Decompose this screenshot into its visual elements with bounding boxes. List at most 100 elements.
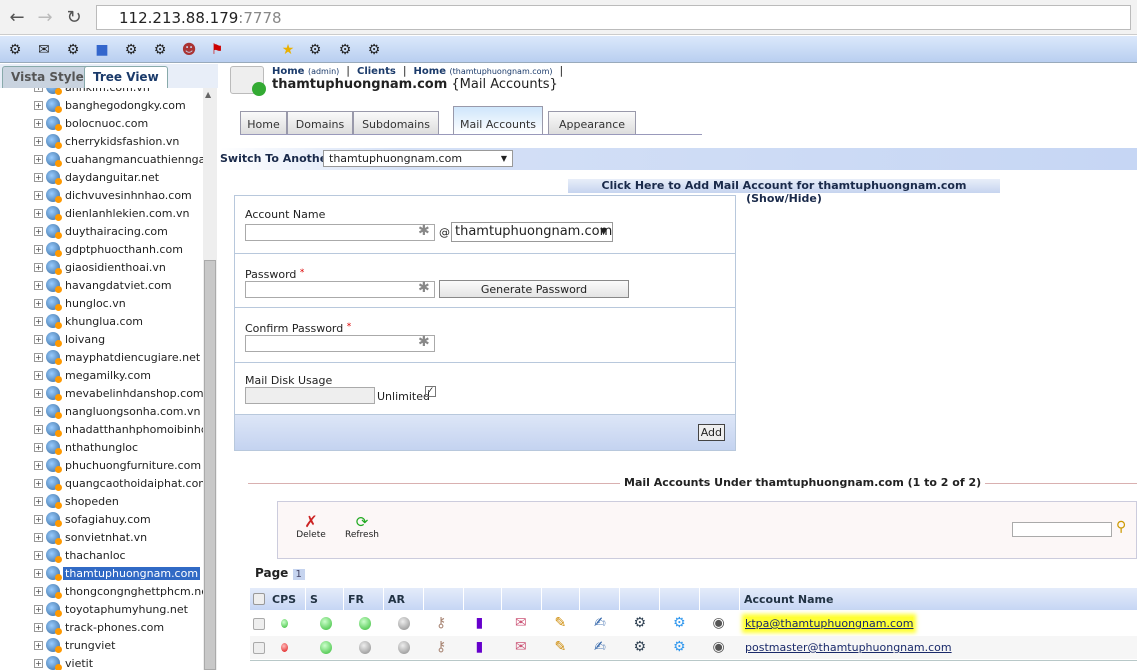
- expand-icon[interactable]: +: [34, 172, 43, 182]
- expand-icon[interactable]: +: [34, 658, 43, 668]
- account-link[interactable]: ktpa@thamtuphuongnam.com: [745, 617, 914, 630]
- scrollbar-thumb[interactable]: [204, 260, 216, 670]
- s-status-icon[interactable]: [320, 641, 332, 654]
- expand-icon[interactable]: +: [34, 586, 43, 596]
- tree-item[interactable]: + phuchuongfurniture.com: [34, 456, 203, 474]
- breadcrumb-clients[interactable]: Clients: [357, 66, 396, 77]
- search-icon[interactable]: ⚲: [1116, 519, 1126, 535]
- row-checkbox[interactable]: [253, 642, 265, 654]
- tree-item[interactable]: + khunglua.com: [34, 312, 145, 330]
- key-icon[interactable]: ⚷: [436, 639, 446, 655]
- back-icon[interactable]: ←: [6, 7, 28, 28]
- list-search-input[interactable]: [1012, 522, 1112, 537]
- tool-icon[interactable]: ✉: [34, 40, 54, 60]
- col-fr[interactable]: FR: [344, 588, 384, 610]
- reload-icon[interactable]: ↻: [63, 7, 85, 28]
- tab-mail-accounts[interactable]: Mail Accounts: [453, 106, 543, 134]
- tab-domains[interactable]: Domains: [287, 111, 353, 134]
- tree-item[interactable]: + dienlanhlekien.com.vn: [34, 204, 191, 222]
- tree-item[interactable]: + nhadatthanhphomoibinhduo: [34, 420, 203, 438]
- tool-icon[interactable]: ⚙: [335, 40, 355, 60]
- expand-icon[interactable]: +: [34, 388, 43, 398]
- tree-item[interactable]: + cherrykidsfashion.vn: [34, 132, 181, 150]
- expand-icon[interactable]: +: [34, 190, 43, 200]
- refresh-button[interactable]: ⟳ Refresh: [344, 514, 380, 540]
- settings-icon[interactable]: ✍: [594, 639, 606, 655]
- breadcrumb-home[interactable]: Home: [272, 66, 304, 77]
- col-ar[interactable]: AR: [384, 588, 424, 610]
- tree-item[interactable]: + shopeden: [34, 492, 121, 510]
- expand-icon[interactable]: +: [34, 136, 43, 146]
- fr-status-icon[interactable]: [359, 641, 371, 654]
- expand-icon[interactable]: +: [34, 88, 43, 92]
- tree-item[interactable]: + sofagiahuy.com: [34, 510, 153, 528]
- select-all-checkbox[interactable]: [253, 593, 265, 605]
- tree-item[interactable]: + megamilky.com: [34, 366, 153, 384]
- tree-item[interactable]: + nangluongsonha.com.vn: [34, 402, 203, 420]
- gear-icon[interactable]: ⚙: [634, 615, 647, 631]
- tool-icon[interactable]: ■: [92, 40, 112, 60]
- expand-icon[interactable]: +: [34, 622, 43, 632]
- view-icon[interactable]: ◉: [713, 615, 725, 631]
- forward-icon[interactable]: ✉: [515, 639, 527, 655]
- confirm-password-input[interactable]: [245, 335, 435, 352]
- tree-item[interactable]: + banghegodongky.com: [34, 96, 188, 114]
- expand-icon[interactable]: +: [34, 316, 43, 326]
- tree-item[interactable]: + bolocnuoc.com: [34, 114, 150, 132]
- tree-item[interactable]: + trungviet: [34, 636, 117, 654]
- expand-icon[interactable]: +: [34, 154, 43, 164]
- tree-item[interactable]: + sonvietnhat.vn: [34, 528, 149, 546]
- settings-icon[interactable]: ✍: [594, 615, 606, 631]
- tool-icon[interactable]: ⚑: [207, 40, 227, 60]
- tab-subdomains[interactable]: Subdomains: [353, 111, 439, 134]
- expand-icon[interactable]: +: [34, 334, 43, 344]
- tab-tree-view[interactable]: Tree View: [84, 66, 168, 88]
- expand-icon[interactable]: +: [34, 262, 43, 272]
- cps-status-icon[interactable]: [281, 619, 288, 628]
- expand-icon[interactable]: +: [34, 514, 43, 524]
- color-bar-icon[interactable]: ▮: [476, 615, 484, 631]
- page-1-link[interactable]: 1: [292, 569, 305, 580]
- tree-item[interactable]: + track-phones.com: [34, 618, 166, 636]
- tree-item[interactable]: + cuahangmancuathiennga.co: [34, 150, 203, 168]
- tool-icon[interactable]: ⚙: [364, 40, 384, 60]
- expand-icon[interactable]: +: [34, 352, 43, 362]
- expand-icon[interactable]: +: [34, 208, 43, 218]
- s-status-icon[interactable]: [320, 617, 332, 630]
- password-input[interactable]: [245, 281, 435, 298]
- account-link[interactable]: postmaster@thamtuphuongnam.com: [745, 641, 952, 654]
- tab-home[interactable]: Home: [240, 111, 287, 134]
- tree-item[interactable]: + havangdatviet.com: [34, 276, 174, 294]
- tree-item[interactable]: + thongcongnghettphcm.net: [34, 582, 203, 600]
- tree-item[interactable]: + dichvuvesinhnhao.com: [34, 186, 194, 204]
- tree-item[interactable]: + giaosidienthoai.vn: [34, 258, 168, 276]
- tree-item[interactable]: + loivang: [34, 330, 107, 348]
- ar-status-icon[interactable]: [398, 617, 410, 630]
- expand-icon[interactable]: +: [34, 568, 43, 578]
- tree-item[interactable]: + toyotaphumyhung.net: [34, 600, 190, 618]
- col-cps[interactable]: CPS: [268, 588, 306, 610]
- view-icon[interactable]: ◉: [713, 639, 725, 655]
- expand-icon[interactable]: +: [34, 100, 43, 110]
- tree-item[interactable]: + hungloc.vn: [34, 294, 128, 312]
- expand-icon[interactable]: +: [34, 460, 43, 470]
- user-icon[interactable]: ☻: [179, 40, 199, 60]
- row-checkbox[interactable]: [253, 618, 265, 630]
- disk-usage-input[interactable]: [245, 387, 375, 404]
- expand-icon[interactable]: +: [34, 370, 43, 380]
- add-mail-account-toggle[interactable]: Click Here to Add Mail Account for thamt…: [568, 179, 1000, 205]
- expand-icon[interactable]: +: [34, 298, 43, 308]
- tree-item[interactable]: + daydanguitar.net: [34, 168, 161, 186]
- tool-icon[interactable]: ⚙: [305, 40, 325, 60]
- tree-item[interactable]: + vietit: [34, 654, 95, 670]
- forward-icon[interactable]: ✉: [515, 615, 527, 631]
- expand-icon[interactable]: +: [34, 226, 43, 236]
- expand-icon[interactable]: +: [34, 406, 43, 416]
- switch-domain-select[interactable]: thamtuphuongnam.com ▼: [323, 150, 513, 167]
- tree-item[interactable]: + thamtuphuongnam.com: [34, 564, 201, 582]
- add-button[interactable]: Add: [697, 424, 725, 441]
- fr-status-icon[interactable]: [359, 617, 371, 630]
- tool-icon[interactable]: ⚙: [150, 40, 170, 60]
- tree-item[interactable]: + mayphatdiencugiare.net: [34, 348, 202, 366]
- tree-item[interactable]: + thachanloc: [34, 546, 128, 564]
